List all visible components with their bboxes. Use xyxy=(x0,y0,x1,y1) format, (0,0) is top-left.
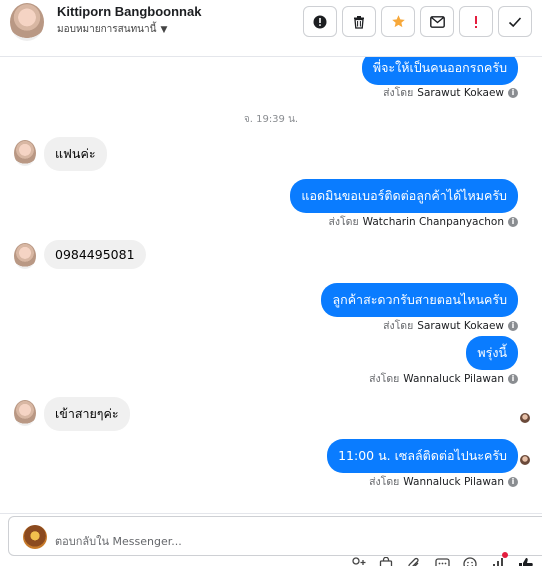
attach-button[interactable] xyxy=(404,554,424,566)
info-icon[interactable]: i xyxy=(508,373,518,384)
sender-name: Wannaluck Pilawan xyxy=(403,475,504,488)
contact-avatar[interactable] xyxy=(10,3,44,41)
reply-placeholder: ตอบกลับใน Messenger... xyxy=(55,535,182,548)
date-separator: จ. 19:39 น. xyxy=(243,114,299,125)
star-icon xyxy=(391,15,405,28)
outgoing-message[interactable]: พรุ่งนี้ xyxy=(466,336,518,370)
envelope-icon xyxy=(429,15,445,28)
paperclip-icon xyxy=(408,557,419,566)
sent-by-line: ส่งโดย Watcharin Chanpanyachon i xyxy=(328,213,518,230)
composer-tools xyxy=(348,552,536,566)
flag-button[interactable] xyxy=(459,6,493,37)
sender-name: Wannaluck Pilawan xyxy=(403,372,504,385)
sent-by-prefix: ส่งโดย xyxy=(369,476,400,488)
incoming-message[interactable]: 0984495081 xyxy=(44,240,146,269)
incoming-message[interactable]: แฟนค่ะ xyxy=(44,137,107,171)
add-contact-button[interactable] xyxy=(348,554,368,566)
check-icon xyxy=(508,16,522,27)
like-button[interactable] xyxy=(516,554,536,566)
info-icon[interactable]: i xyxy=(508,87,518,98)
sender-name: Sarawut Kokaew xyxy=(417,86,504,99)
sent-by-prefix: ส่งโดย xyxy=(369,373,400,385)
bar-chart-icon xyxy=(493,558,503,566)
info-icon[interactable]: i xyxy=(508,320,518,331)
read-receipt-avatar xyxy=(520,413,530,423)
sent-by-line: ส่งโดย Wannaluck Pilawan i xyxy=(369,370,518,387)
reply-composer: ตอบกลับใน Messenger... xyxy=(0,513,542,566)
incoming-message[interactable]: เข้าสายๆค่ะ xyxy=(44,397,130,431)
contact-avatar-small xyxy=(14,400,36,426)
sent-by-prefix: ส่งโดย xyxy=(328,216,359,228)
emoji-button[interactable] xyxy=(460,554,480,566)
outgoing-message[interactable]: แอดมินขอเบอร์ติดต่อลูกค้าได้ไหมครับ xyxy=(290,179,518,213)
assign-conversation-dropdown[interactable]: มอบหมายการสนทนานี้ ▼ xyxy=(57,22,167,37)
mark-spam-button[interactable] xyxy=(303,6,337,37)
mark-unread-button[interactable] xyxy=(420,6,454,37)
star-button[interactable] xyxy=(381,6,415,37)
contact-name[interactable]: Kittiporn Bangboonnak xyxy=(57,4,201,19)
user-plus-icon xyxy=(352,557,366,565)
sender-name: Watcharin Chanpanyachon xyxy=(362,215,504,228)
sent-by-line: ส่งโดย Sarawut Kokaew i xyxy=(383,317,518,334)
done-button[interactable] xyxy=(498,6,532,37)
caret-down-icon: ▼ xyxy=(160,24,168,35)
notification-dot xyxy=(502,552,508,558)
sent-by-line: ส่งโดย Sarawut Kokaew i xyxy=(383,84,518,101)
thumbs-up-icon xyxy=(519,557,533,566)
inbox-conversation: Kittiporn Bangboonnak มอบหมายการสนทนานี้… xyxy=(0,0,542,566)
exclamation-icon xyxy=(475,15,477,28)
message-thread[interactable]: พี่จะให้เป็นคนออกรถครับ ส่งโดย Sarawut K… xyxy=(0,57,542,513)
reply-input[interactable]: ตอบกลับใน Messenger... xyxy=(8,516,542,556)
sent-by-prefix: ส่งโดย xyxy=(383,87,414,99)
conversation-header: Kittiporn Bangboonnak มอบหมายการสนทนานี้… xyxy=(0,0,542,57)
outgoing-message[interactable]: ลูกค้าสะดวกรับสายตอนไหนครับ xyxy=(321,283,518,317)
info-icon[interactable]: i xyxy=(508,476,518,487)
automations-button[interactable] xyxy=(488,552,508,566)
contact-avatar-small xyxy=(14,140,36,166)
smiley-icon xyxy=(463,557,477,566)
exclamation-circle-icon xyxy=(313,15,327,28)
read-receipt-avatar xyxy=(520,455,530,465)
sent-by-prefix: ส่งโดย xyxy=(383,320,414,332)
assign-label: มอบหมายการสนทนานี้ xyxy=(57,24,157,35)
info-icon[interactable]: i xyxy=(508,216,518,227)
trash-icon xyxy=(354,15,364,29)
chat-lines-icon xyxy=(434,557,450,566)
shop-button[interactable] xyxy=(376,554,396,566)
sent-by-line: ส่งโดย Wannaluck Pilawan i xyxy=(369,473,518,490)
saved-replies-button[interactable] xyxy=(432,554,452,566)
delete-button[interactable] xyxy=(342,6,376,37)
shopping-bag-icon xyxy=(379,557,393,566)
outgoing-message[interactable]: พี่จะให้เป็นคนออกรถครับ xyxy=(361,57,518,85)
outgoing-message[interactable]: 11:00 น. เซลล์ติดต่อไปนะครับ xyxy=(327,439,518,473)
header-actions xyxy=(303,6,532,37)
sender-name: Sarawut Kokaew xyxy=(417,319,504,332)
contact-avatar-small xyxy=(14,243,36,269)
page-avatar xyxy=(23,525,47,549)
